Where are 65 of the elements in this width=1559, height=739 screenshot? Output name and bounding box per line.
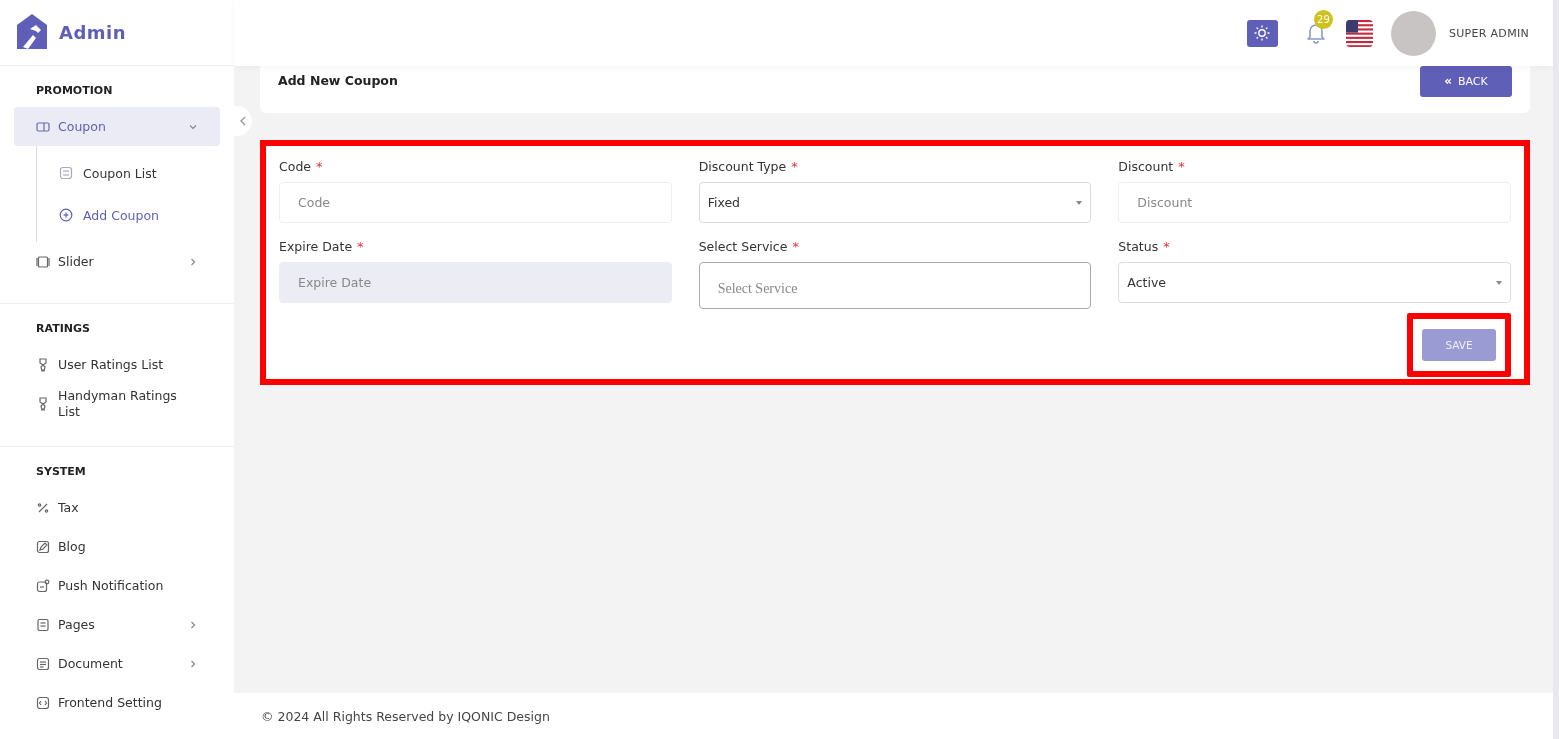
required-asterisk: *	[1163, 239, 1170, 254]
bell-icon[interactable]	[1306, 22, 1326, 44]
collapse-sidebar-button[interactable]	[234, 106, 252, 136]
section-heading: RATINGS	[35, 321, 91, 337]
edit-note-icon	[36, 539, 50, 554]
submenu-item[interactable]: Coupon List	[37, 152, 220, 194]
service-select[interactable]: Select Service	[698, 262, 1092, 309]
sidebar-item[interactable]: Document	[14, 644, 220, 683]
sun-icon	[1254, 25, 1271, 41]
select-dropdown[interactable]: Fixed	[698, 182, 1092, 223]
ticket-icon	[36, 119, 50, 134]
notification-icon	[36, 578, 50, 593]
submenu-item[interactable]: Add Coupon	[37, 194, 220, 236]
section-heading: SYSTEM	[35, 464, 87, 480]
dropdown-arrow-icon	[1076, 200, 1083, 205]
sidebar-item[interactable]: Slider	[14, 242, 220, 281]
field-label: Status	[1118, 239, 1159, 254]
code-icon	[36, 695, 50, 710]
sidebar-item[interactable]: Handyman Ratings List	[14, 384, 220, 424]
field-label: Select Service	[698, 239, 788, 254]
chevron-icon	[188, 619, 198, 630]
back-button[interactable]: « BACK	[1420, 65, 1512, 97]
copyright-text: © 2024 All Rights Reserved by IQONIC Design	[261, 708, 550, 724]
avatar[interactable]	[1391, 10, 1436, 56]
required-asterisk: *	[792, 239, 799, 254]
required-asterisk: *	[316, 159, 323, 174]
section-heading: PROMOTION	[35, 83, 114, 99]
field-label: Discount	[1118, 159, 1174, 174]
chevron-icon	[188, 256, 198, 267]
frame-icon	[36, 254, 50, 269]
user-name[interactable]: SUPER ADMIN	[1449, 26, 1529, 40]
text-input[interactable]: Code	[279, 182, 672, 223]
date-input[interactable]: Expire Date	[279, 262, 672, 303]
sidebar-item[interactable]: Push Notification	[14, 566, 220, 605]
theme-toggle-button[interactable]	[1247, 19, 1278, 47]
page-title: Add New Coupon	[278, 73, 398, 88]
select-dropdown[interactable]: Active	[1118, 262, 1511, 303]
sidebar-item[interactable]: User Ratings List	[14, 345, 220, 384]
sidebar-item[interactable]: Blog	[14, 527, 220, 566]
list-icon	[59, 166, 73, 180]
field-label: Code	[279, 159, 311, 174]
double-chevron-icon: «	[1444, 74, 1452, 88]
flag-icon[interactable]	[1346, 19, 1373, 47]
award-icon	[36, 357, 50, 372]
chevron-icon	[188, 658, 198, 669]
required-asterisk: *	[1178, 159, 1185, 174]
logo-icon	[15, 13, 49, 49]
pages-icon	[36, 617, 50, 632]
plus-circle-icon	[59, 208, 73, 222]
dropdown-arrow-icon	[1496, 280, 1502, 285]
document-icon	[36, 656, 50, 671]
sidebar-item[interactable]: Frontend Setting	[14, 683, 220, 722]
sidebar-item[interactable]: Tax	[14, 488, 220, 527]
field-label: Discount Type	[698, 159, 787, 174]
sidebar-item[interactable]: Coupon	[14, 107, 220, 146]
brand-name: Admin	[59, 22, 127, 43]
sidebar-item[interactable]: Pages	[14, 605, 220, 644]
required-asterisk: *	[791, 159, 798, 174]
required-asterisk: *	[357, 239, 364, 254]
text-input[interactable]: Discount	[1118, 182, 1511, 223]
chevron-icon	[239, 116, 247, 126]
notification-count-badge: 29	[1314, 10, 1333, 29]
percent-icon	[36, 500, 50, 515]
award-icon	[36, 397, 50, 411]
field-label: Expire Date	[279, 239, 353, 254]
